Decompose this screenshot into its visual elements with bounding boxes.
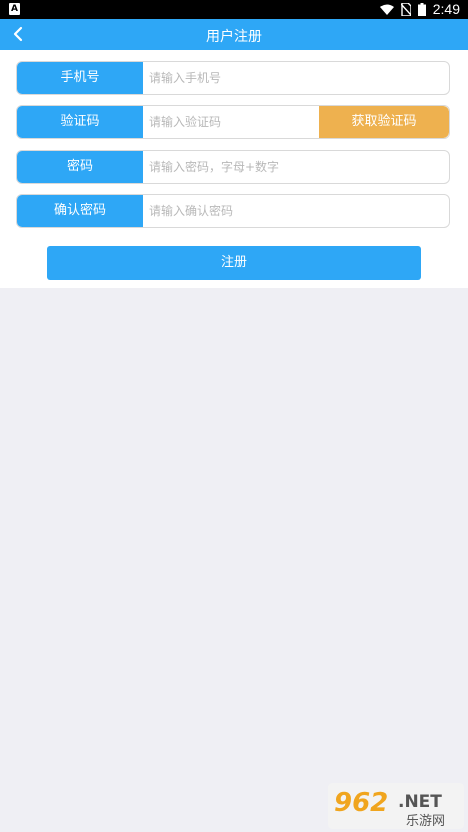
notification-icon: A — [9, 3, 20, 15]
status-time: 2:49 — [432, 1, 460, 17]
confirm-password-row: 确认密码 — [16, 194, 450, 228]
password-input[interactable] — [143, 151, 443, 183]
app-bar: 用户注册 — [0, 19, 468, 50]
code-input[interactable] — [143, 106, 309, 138]
password-row: 密码 — [16, 150, 450, 184]
phone-label: 手机号 — [17, 62, 143, 94]
confirm-password-input[interactable] — [143, 195, 443, 227]
register-button[interactable]: 注册 — [47, 246, 421, 280]
svg-text:乐游网: 乐游网 — [406, 814, 445, 829]
svg-text:962: 962 — [334, 788, 388, 818]
password-label: 密码 — [17, 151, 143, 183]
svg-text:.NET: .NET — [398, 792, 442, 812]
system-icons — [380, 3, 426, 16]
no-sim-icon — [401, 3, 411, 16]
code-label: 验证码 — [17, 106, 143, 138]
phone-row: 手机号 — [16, 61, 450, 95]
get-code-button[interactable]: 获取验证码 — [319, 106, 449, 138]
battery-icon — [418, 3, 426, 16]
watermark-logo: 962 .NET 乐游网 — [328, 783, 464, 829]
code-row: 验证码 获取验证码 — [16, 105, 450, 139]
status-bar: A 2:49 — [0, 0, 468, 19]
page-title: 用户注册 — [206, 29, 262, 45]
wifi-icon — [380, 4, 394, 15]
phone-input[interactable] — [143, 62, 443, 94]
confirm-password-label: 确认密码 — [17, 195, 143, 227]
